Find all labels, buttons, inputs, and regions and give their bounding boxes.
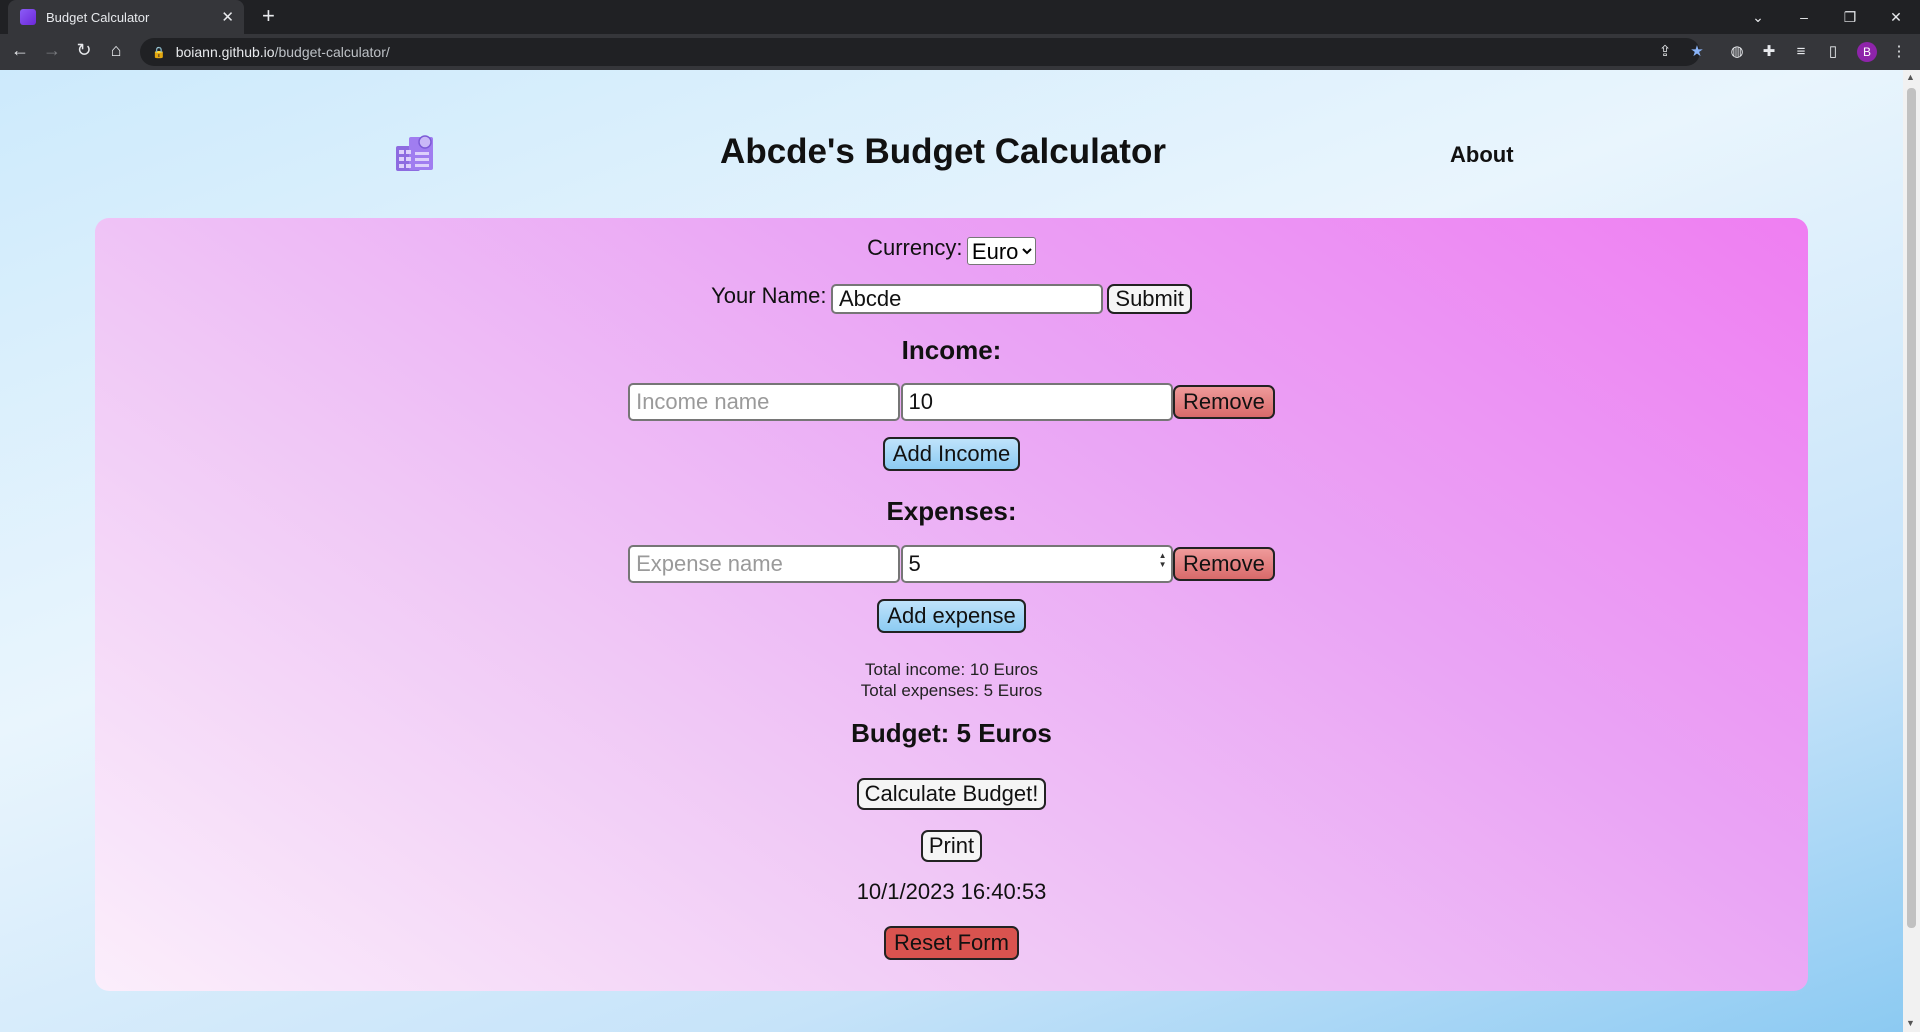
window-close-icon[interactable]: ✕ — [1874, 0, 1918, 34]
add-income-row: Add Income — [95, 437, 1808, 471]
add-expense-row: Add expense — [95, 599, 1808, 633]
reset-row: Reset Form — [95, 926, 1808, 960]
income-heading: Income: — [95, 335, 1808, 366]
side-panel-icon[interactable]: ▯ — [1824, 43, 1842, 61]
budget-form-card: Currency: Euro Your Name: Submit Income:… — [95, 218, 1808, 991]
browser-tabstrip: Budget Calculator ✕ + ⌄ – ❐ ✕ — [0, 0, 1920, 34]
add-income-button[interactable]: Add Income — [882, 437, 1021, 471]
browser-toolbar: ← → ↻ ⌂ 🔒 boiann.github.io/budget-calcul… — [0, 34, 1920, 70]
budget-result-text: Budget: 5 Euros — [851, 718, 1052, 748]
tab-title: Budget Calculator — [46, 9, 150, 25]
income-name-input[interactable] — [628, 383, 901, 421]
scrollbar-thumb[interactable] — [1907, 88, 1916, 928]
menu-icon[interactable]: ⋮ — [1890, 43, 1908, 61]
nav-about-link[interactable]: About — [1450, 142, 1514, 168]
income-heading-text: Income: — [901, 335, 1002, 365]
datetime-text: 10/1/2023 16:40:53 — [856, 879, 1047, 904]
tab-search-icon[interactable]: ⌄ — [1736, 0, 1780, 34]
total-income-text: Total income: 10 Euros — [865, 660, 1038, 679]
currency-row: Currency: Euro — [95, 235, 1808, 265]
share-icon[interactable]: ⇪ — [1656, 43, 1674, 61]
income-entry-row: Remove — [95, 383, 1808, 421]
bookmark-star-icon[interactable]: ★ — [1688, 43, 1706, 61]
remove-expense-button[interactable]: Remove — [1172, 547, 1275, 581]
media-icon[interactable]: ≡ — [1792, 43, 1810, 61]
income-amount-input[interactable] — [900, 383, 1173, 421]
puzzle-extensions-icon[interactable]: ✚ — [1760, 43, 1778, 61]
scroll-up-icon[interactable]: ▲ — [1906, 72, 1915, 82]
url-text: boiann.github.io/budget-calculator/ — [175, 44, 390, 60]
profile-avatar[interactable]: B — [1857, 42, 1877, 62]
scroll-down-icon[interactable]: ▼ — [1906, 1018, 1915, 1028]
budget-result: Budget: 5 Euros — [95, 718, 1808, 749]
print-row: Print — [95, 830, 1808, 862]
page-title: Abcde's Budget Calculator — [720, 132, 1166, 171]
name-input[interactable] — [830, 283, 1103, 314]
lock-icon: 🔒 — [152, 46, 166, 59]
reload-icon[interactable]: ↻ — [72, 40, 96, 61]
expense-name-input[interactable] — [628, 545, 901, 583]
remove-income-button[interactable]: Remove — [1172, 385, 1275, 419]
add-expense-button[interactable]: Add expense — [877, 599, 1026, 633]
close-tab-icon[interactable]: ✕ — [221, 8, 234, 26]
home-icon[interactable]: ⌂ — [104, 40, 128, 61]
extension-icon[interactable]: ◍ — [1728, 43, 1746, 61]
expense-entry-row: ▲▼ Remove — [95, 545, 1808, 583]
total-expenses-text: Total expenses: 5 Euros — [860, 681, 1043, 700]
calculate-row: Calculate Budget! — [95, 778, 1808, 810]
page-scrollbar[interactable]: ▲ ▼ — [1903, 70, 1920, 1032]
expenses-heading-text: Expenses: — [886, 496, 1017, 526]
expenses-heading: Expenses: — [95, 496, 1808, 527]
favicon-icon — [20, 9, 36, 25]
back-icon[interactable]: ← — [8, 40, 32, 61]
name-label: Your Name: — [711, 283, 827, 308]
expense-amount-wrapper: ▲▼ — [900, 545, 1173, 583]
submit-button[interactable]: Submit — [1107, 283, 1192, 314]
restore-icon[interactable]: ❐ — [1828, 0, 1872, 34]
currency-label: Currency: — [867, 235, 963, 260]
browser-tab[interactable]: Budget Calculator ✕ — [8, 0, 244, 34]
currency-select[interactable]: Euro — [966, 236, 1036, 265]
page-viewport: Abcde's Budget Calculator About Currency… — [0, 70, 1903, 1032]
name-row: Your Name: Submit — [95, 283, 1808, 314]
address-bar[interactable]: 🔒 boiann.github.io/budget-calculator/ — [140, 38, 1700, 66]
expense-amount-input[interactable] — [900, 545, 1173, 583]
number-stepper-icon[interactable]: ▲ ▼ — [1159, 551, 1167, 569]
reset-form-button[interactable]: Reset Form — [884, 926, 1019, 960]
new-tab-icon[interactable]: + — [262, 4, 275, 28]
forward-icon[interactable]: → — [40, 40, 64, 61]
calculate-budget-button[interactable]: Calculate Budget! — [856, 778, 1047, 810]
minimize-icon[interactable]: – — [1782, 0, 1826, 34]
print-button[interactable]: Print — [920, 830, 983, 862]
